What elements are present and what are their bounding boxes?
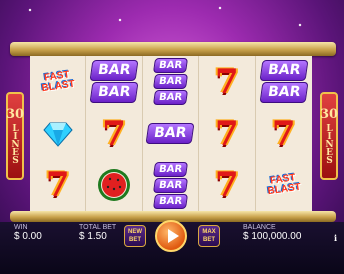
symbol-watermelon — [86, 159, 141, 211]
symbol-seven: 7 — [215, 165, 239, 206]
symbol-diamond — [30, 108, 85, 160]
symbol-single-bar: BAR — [143, 108, 198, 160]
symbol-double-bar: BAR BAR — [256, 56, 312, 108]
symbol-fast-blast: FAST BLAST — [41, 69, 76, 95]
diamond-icon — [43, 122, 73, 147]
lines-indicator-right: 30 LINES — [320, 92, 338, 180]
starry-sky — [0, 0, 344, 45]
reel-frame-top — [10, 42, 336, 56]
balance-display: BALANCE $ 100,000.00 — [243, 224, 302, 242]
play-icon — [168, 229, 179, 243]
reel-4: 7 7 7 — [199, 56, 256, 211]
win-display: WIN $ 0.00 — [14, 224, 42, 242]
symbol-triple-bar: BAR BAR BAR — [143, 159, 198, 211]
symbol-triple-bar: BAR BAR BAR — [143, 56, 198, 108]
symbol-seven: 7 — [271, 113, 296, 154]
symbol-seven: 7 — [215, 113, 239, 154]
symbol-seven: 7 — [102, 113, 126, 154]
max-bet-button[interactable]: MAX BET — [198, 225, 220, 247]
reel-5: BAR BAR 7 FAST BLAST — [256, 56, 312, 211]
symbol-fast-blast: FAST BLAST — [267, 172, 302, 198]
info-button[interactable]: i — [334, 233, 340, 243]
reel-2: BAR BAR 7 — [86, 56, 143, 211]
reel-1: FAST BLAST 7 — [30, 56, 87, 211]
symbol-seven: 7 — [45, 165, 70, 206]
lines-indicator-left: 30 LINES — [6, 92, 24, 180]
reel-3: BAR BAR BAR BAR BAR BAR BAR — [143, 56, 200, 211]
watermelon-icon — [98, 169, 131, 202]
reel-grid: FAST BLAST 7 BAR BAR 7 BAR BAR BAR BAR B… — [30, 56, 312, 211]
total-bet-display: TOTAL BET $ 1.50 — [79, 224, 117, 242]
spin-button[interactable] — [155, 220, 187, 252]
symbol-seven: 7 — [215, 61, 239, 102]
symbol-double-bar: BAR BAR — [86, 56, 141, 108]
new-bet-button[interactable]: NEW BET — [124, 225, 146, 247]
